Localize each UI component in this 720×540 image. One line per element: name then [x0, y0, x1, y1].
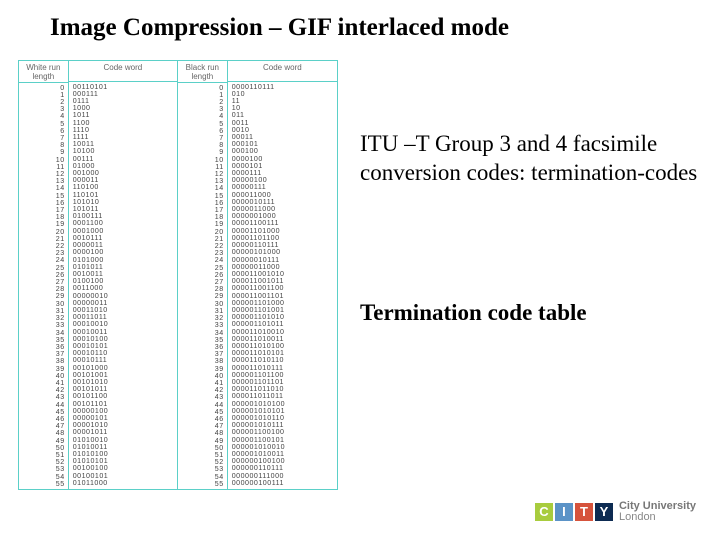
col-body-black-code: 0000110111 010 11 10 011 0011 0010 00011…	[228, 82, 337, 489]
slide-title: Image Compression – GIF interlaced mode	[50, 14, 509, 42]
logo-mark: C I T Y	[535, 503, 613, 521]
logo-text: City University London	[619, 501, 696, 524]
logo-letter-t: T	[575, 503, 593, 521]
col-head-white-run: White run length	[19, 61, 68, 83]
code-table: White run length 0 1 2 3 4 5 6 7 8 9 10 …	[18, 60, 338, 490]
col-body-white-code: 00110101 000111 0111 1000 1011 1100 1110…	[69, 82, 177, 489]
logo-letter-y: Y	[595, 503, 613, 521]
col-white-code: Code word 00110101 000111 0111 1000 1011…	[69, 61, 178, 489]
col-black-code: Code word 0000110111 010 11 10 011 0011 …	[228, 61, 337, 489]
col-white-run: White run length 0 1 2 3 4 5 6 7 8 9 10 …	[19, 61, 69, 489]
logo-letter-c: C	[535, 503, 553, 521]
university-logo: C I T Y City University London	[535, 501, 696, 524]
col-head-black-run: Black run length	[178, 61, 227, 83]
description-text: ITU –T Group 3 and 4 facsimile conversio…	[360, 130, 710, 188]
col-black-run: Black run length 0 1 2 3 4 5 6 7 8 9 10 …	[178, 61, 228, 489]
col-body-white-run: 0 1 2 3 4 5 6 7 8 9 10 11 12 13 14 15 16…	[19, 83, 68, 490]
col-body-black-run: 0 1 2 3 4 5 6 7 8 9 10 11 12 13 14 15 16…	[178, 83, 227, 490]
logo-letter-i: I	[555, 503, 573, 521]
logo-line2: London	[619, 512, 696, 524]
table-caption: Termination code table	[360, 300, 587, 326]
col-head-white-code: Code word	[69, 61, 177, 82]
col-head-black-code: Code word	[228, 61, 337, 82]
